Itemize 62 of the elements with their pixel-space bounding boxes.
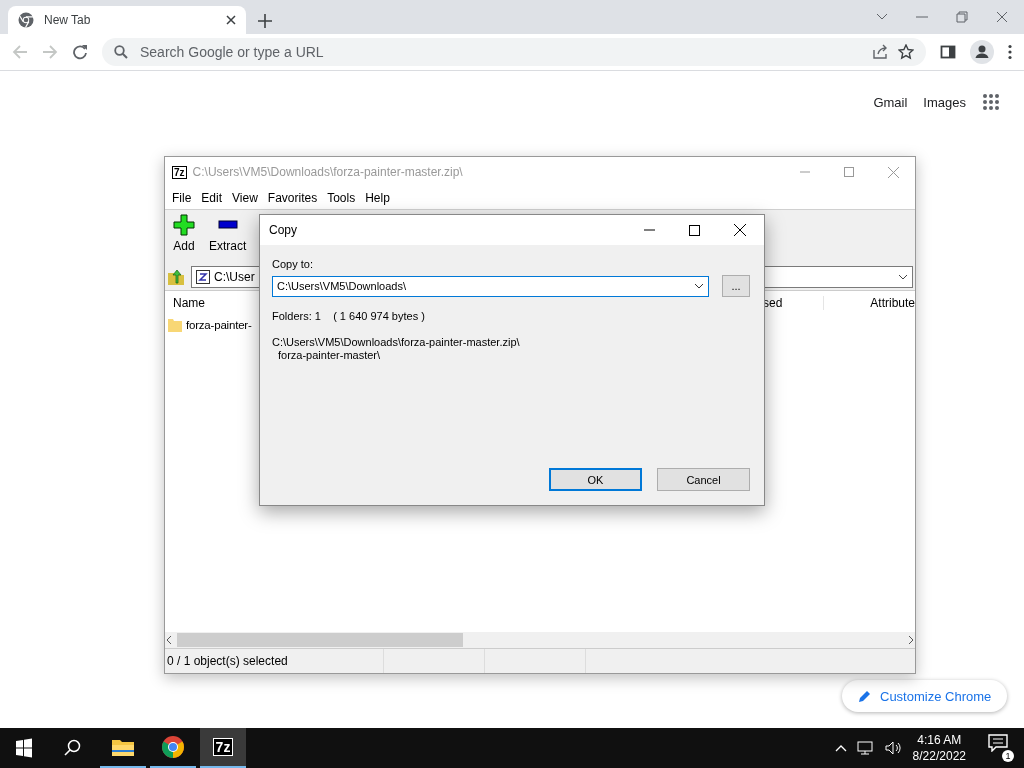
new-tab-icon[interactable] <box>258 14 272 28</box>
clock[interactable]: 4:16 AM 8/22/2022 <box>912 732 966 764</box>
field-label: Copy to: <box>272 258 314 270</box>
app-logo: 7z <box>212 738 234 756</box>
browser-tab[interactable]: New Tab <box>8 6 246 34</box>
close-icon[interactable] <box>226 15 236 25</box>
toolbar-button[interactable]: Add <box>171 214 197 253</box>
header-link[interactable]: Gmail <box>873 94 908 110</box>
chrome-icon <box>161 735 185 759</box>
column-header[interactable]: Attribute <box>824 296 915 310</box>
share-icon[interactable] <box>872 44 888 60</box>
maximize-icon[interactable] <box>689 224 700 236</box>
summary-text: Folders: 1 ( 1 640 974 bytes ) <box>272 310 426 322</box>
taskbar-app[interactable]: 7z <box>200 728 246 768</box>
menu-item[interactable]: Help <box>360 191 395 205</box>
app-logo: 7z <box>172 165 187 179</box>
dialog-button[interactable]: Cancel <box>657 468 750 491</box>
restore-icon[interactable] <box>956 11 968 23</box>
menu-item[interactable]: View <box>227 191 263 205</box>
window-title: C:\Users\VM5\Downloads\forza-painter-master.zip\ <box>192 165 463 179</box>
menu-item[interactable]: Tools <box>322 191 361 205</box>
source-path: C:\Users\VM5\Downloads\forza-painter-master.zip\ <box>272 336 521 349</box>
address-bar[interactable]: Search Google or type a URL <box>102 38 926 66</box>
menu-item[interactable]: File <box>167 191 197 205</box>
star-icon[interactable] <box>898 44 914 60</box>
folder-icon <box>111 737 135 757</box>
plus-icon <box>173 214 195 236</box>
side-panel-icon[interactable] <box>940 44 956 60</box>
browse-button[interactable]: ... <box>722 275 750 297</box>
dialog-title: Copy <box>269 223 297 237</box>
menu-item[interactable]: Favorites <box>262 191 323 205</box>
scroll-right-icon[interactable] <box>907 635 915 645</box>
search-icon <box>114 45 128 59</box>
source-path: forza-painter-master\ <box>277 349 382 362</box>
chevron-down-icon <box>898 274 908 280</box>
folder-icon <box>168 318 182 332</box>
notification-button[interactable]: 1 <box>988 734 1014 762</box>
chevron-down-icon[interactable] <box>694 283 705 289</box>
profile-icon[interactable] <box>970 40 994 64</box>
search-field[interactable]: Search Google or type a URL <box>138 43 862 61</box>
customize-chrome-button[interactable]: Customize Chrome <box>842 680 1008 712</box>
close-icon[interactable] <box>734 224 746 236</box>
destination-combobox[interactable]: C:\Users\VM5\Downloads\ <box>272 275 710 297</box>
dialog-button[interactable]: OK <box>549 468 642 491</box>
network-icon[interactable] <box>856 740 875 756</box>
reload-icon[interactable] <box>72 44 88 60</box>
scroll-left-icon[interactable] <box>165 635 173 645</box>
file-name[interactable]: forza-painter- <box>186 319 252 331</box>
apps-grid-icon[interactable] <box>982 93 1000 111</box>
menu-icon[interactable] <box>1008 44 1012 60</box>
toolbar-button[interactable]: Extract <box>207 214 249 253</box>
menu-item[interactable]: Edit <box>196 191 228 205</box>
chrome-icon <box>18 12 34 28</box>
archive-icon <box>196 270 210 284</box>
horizontal-scrollbar[interactable] <box>165 632 915 648</box>
folder-up-icon[interactable] <box>167 268 185 286</box>
header-link[interactable]: Images <box>923 94 966 110</box>
pencil-icon <box>858 689 872 703</box>
status-text: 0 / 1 object(s) selected <box>167 654 288 668</box>
volume-icon[interactable] <box>884 740 903 756</box>
chevron-up-icon[interactable] <box>834 744 847 752</box>
message-icon <box>988 734 1008 752</box>
